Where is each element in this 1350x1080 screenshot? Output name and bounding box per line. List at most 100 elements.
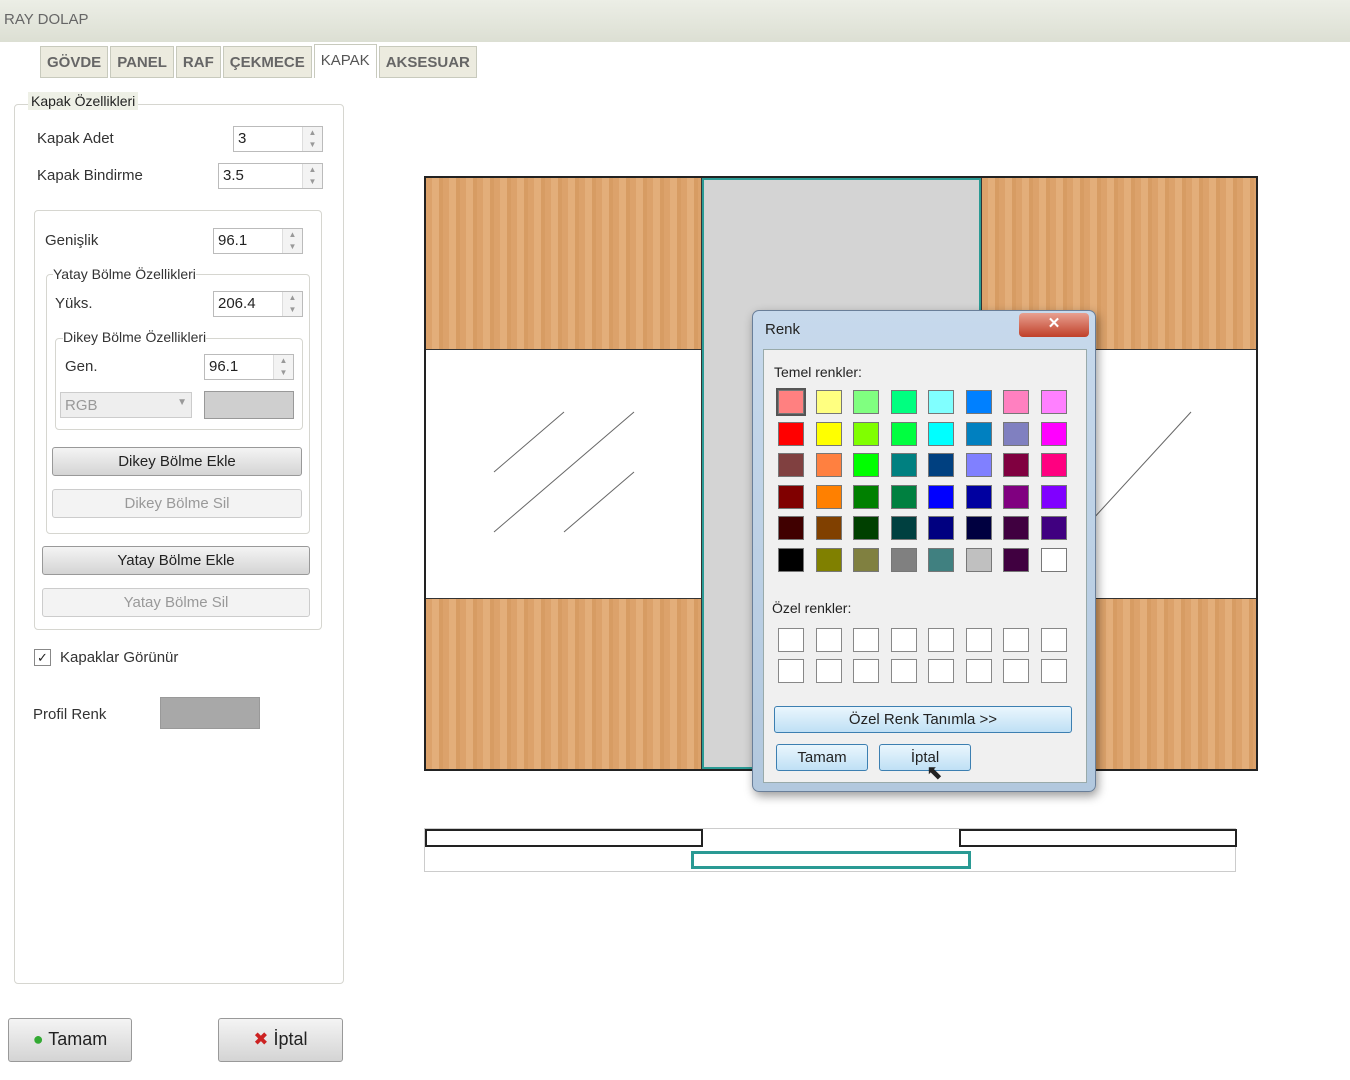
door-left-bottom-panel[interactable] (426, 598, 702, 769)
custom-color-swatch[interactable] (853, 659, 879, 683)
kapak-adet-stepper[interactable]: 3 ▲ ▼ (233, 126, 323, 152)
custom-color-swatch[interactable] (778, 659, 804, 683)
basic-color-swatch[interactable] (815, 390, 842, 414)
custom-color-swatch[interactable] (928, 659, 954, 683)
basic-color-swatch[interactable] (815, 516, 842, 540)
spin-arrows-icon[interactable]: ▲ ▼ (282, 229, 302, 253)
basic-color-swatch[interactable] (778, 516, 804, 540)
basic-color-swatch[interactable] (965, 484, 992, 509)
basic-color-swatch[interactable] (1040, 390, 1067, 414)
door-left-glass-panel[interactable] (426, 350, 702, 598)
kapaklar-gorunur-checkbox[interactable]: ✓ (34, 649, 51, 666)
tab-govde[interactable]: GÖVDE (40, 46, 109, 78)
custom-color-swatch[interactable] (1003, 659, 1029, 683)
basic-color-swatch[interactable] (1040, 484, 1067, 509)
custom-color-swatch[interactable] (815, 628, 842, 652)
custom-color-swatch[interactable] (1003, 628, 1029, 652)
basic-color-swatch[interactable] (815, 547, 842, 572)
door-left-top-panel[interactable] (426, 178, 702, 350)
basic-color-swatch[interactable] (928, 453, 954, 477)
basic-color-swatch[interactable] (815, 421, 842, 446)
iptal-button[interactable]: ✖ İptal (218, 1018, 343, 1062)
basic-color-swatch[interactable] (815, 484, 842, 509)
basic-color-swatch[interactable] (1003, 484, 1029, 509)
color-preview-button[interactable] (204, 391, 294, 419)
profil-renk-swatch[interactable] (160, 697, 260, 729)
basic-color-swatch[interactable] (853, 484, 879, 509)
custom-color-swatch[interactable] (890, 628, 917, 652)
custom-color-swatch[interactable] (928, 628, 954, 652)
custom-color-swatch[interactable] (1040, 628, 1067, 652)
yatay-bolme-sil-button[interactable]: Yatay Bölme Sil (42, 588, 310, 617)
spin-arrows-icon[interactable]: ▲ ▼ (273, 355, 293, 379)
kapak-bindirme-stepper[interactable]: 3.5 ▲ ▼ (218, 163, 323, 189)
yatay-bolme-ekle-button[interactable]: Yatay Bölme Ekle (42, 546, 310, 575)
color-mode-select[interactable]: RGB ▼ (60, 392, 192, 418)
tab-kapak[interactable]: KAPAK (313, 44, 377, 78)
basic-color-swatch[interactable] (778, 547, 804, 572)
custom-color-swatch[interactable] (965, 628, 992, 652)
spin-arrows-icon[interactable]: ▲ ▼ (302, 164, 322, 188)
custom-color-swatch[interactable] (815, 659, 842, 683)
basic-color-swatch[interactable] (890, 421, 917, 446)
genislik-stepper[interactable]: 96.1 ▲ ▼ (213, 228, 303, 254)
basic-color-swatch[interactable] (1003, 547, 1029, 572)
basic-color-swatch[interactable] (965, 421, 992, 446)
basic-color-swatch[interactable] (1040, 453, 1067, 477)
basic-color-swatch[interactable] (928, 390, 954, 414)
close-button[interactable]: ✕ (1019, 313, 1089, 337)
basic-color-swatch[interactable] (965, 516, 992, 540)
custom-color-swatch[interactable] (965, 659, 992, 683)
basic-color-swatch[interactable] (890, 516, 917, 540)
tab-panel[interactable]: PANEL (110, 46, 174, 78)
basic-color-swatch[interactable] (890, 390, 917, 414)
basic-color-swatch[interactable] (965, 390, 992, 414)
tamam-button[interactable]: ● Tamam (8, 1018, 132, 1062)
basic-color-swatch[interactable] (965, 547, 992, 572)
basic-color-swatch[interactable] (928, 421, 954, 446)
spin-arrows-icon[interactable]: ▲ ▼ (302, 127, 322, 151)
basic-color-swatch[interactable] (928, 484, 954, 509)
basic-color-swatch[interactable] (778, 453, 804, 477)
tab-cekmece[interactable]: ÇEKMECE (222, 46, 312, 78)
color-mode-value: RGB (65, 397, 98, 414)
spin-arrows-icon[interactable]: ▲ ▼ (282, 292, 302, 316)
gen-stepper[interactable]: 96.1 ▲ ▼ (204, 354, 294, 380)
basic-color-swatch[interactable] (853, 547, 879, 572)
basic-color-swatch[interactable] (928, 516, 954, 540)
basic-color-swatch[interactable] (1003, 516, 1029, 540)
dialog-ok-button[interactable]: Tamam (776, 744, 868, 771)
dikey-bolme-ekle-button[interactable]: Dikey Bölme Ekle (52, 447, 302, 476)
basic-color-swatch[interactable] (1040, 547, 1067, 572)
basic-color-swatch[interactable] (1003, 421, 1029, 446)
basic-color-swatch[interactable] (778, 484, 804, 509)
basic-color-swatch[interactable] (853, 453, 879, 477)
custom-color-swatch[interactable] (890, 659, 917, 683)
basic-color-swatch[interactable] (853, 390, 879, 414)
glass-hatch-icon (493, 411, 635, 533)
basic-color-swatch[interactable] (1003, 390, 1029, 414)
dialog-cancel-button[interactable]: İptal (879, 744, 971, 771)
tab-raf[interactable]: RAF (175, 46, 221, 78)
basic-color-swatch[interactable] (853, 421, 879, 446)
chevron-down-icon: ▼ (177, 397, 187, 408)
basic-color-swatch[interactable] (853, 516, 879, 540)
tab-aksesuar[interactable]: AKSESUAR (378, 46, 477, 78)
basic-color-swatch[interactable] (1003, 453, 1029, 477)
custom-color-swatch[interactable] (778, 628, 804, 652)
basic-color-swatch[interactable] (965, 453, 992, 477)
basic-color-swatch[interactable] (1040, 516, 1067, 540)
custom-color-swatch[interactable] (853, 628, 879, 652)
basic-color-swatch[interactable] (928, 547, 954, 572)
basic-color-swatch[interactable] (776, 388, 806, 416)
basic-color-swatch[interactable] (890, 453, 917, 477)
basic-color-swatch[interactable] (778, 421, 804, 446)
yuks-stepper[interactable]: 206.4 ▲ ▼ (213, 291, 303, 317)
define-custom-colors-button[interactable]: Özel Renk Tanımla >> (774, 706, 1072, 733)
basic-color-swatch[interactable] (890, 484, 917, 509)
basic-color-swatch[interactable] (815, 453, 842, 477)
custom-color-swatch[interactable] (1040, 659, 1067, 683)
basic-color-swatch[interactable] (890, 547, 917, 572)
basic-color-swatch[interactable] (1040, 421, 1067, 446)
dikey-bolme-sil-button[interactable]: Dikey Bölme Sil (52, 489, 302, 518)
